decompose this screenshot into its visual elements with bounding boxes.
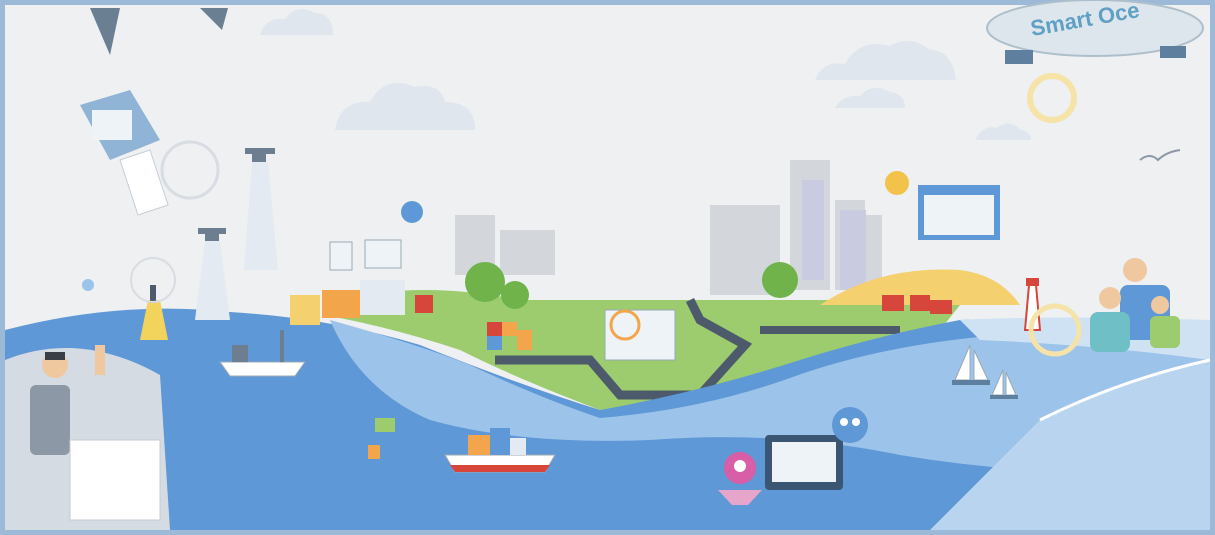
smart-ocean-illustration: Smart Oce	[0, 0, 1215, 535]
mascot-icon	[832, 407, 868, 443]
dot-icon	[401, 201, 423, 223]
badge-icon	[885, 171, 909, 195]
tablet-screen	[765, 435, 843, 490]
dot-icon	[82, 279, 94, 291]
data-panel	[604, 309, 676, 361]
blimp: Smart Oce	[986, 0, 1204, 64]
monitor-screen	[918, 185, 1000, 240]
